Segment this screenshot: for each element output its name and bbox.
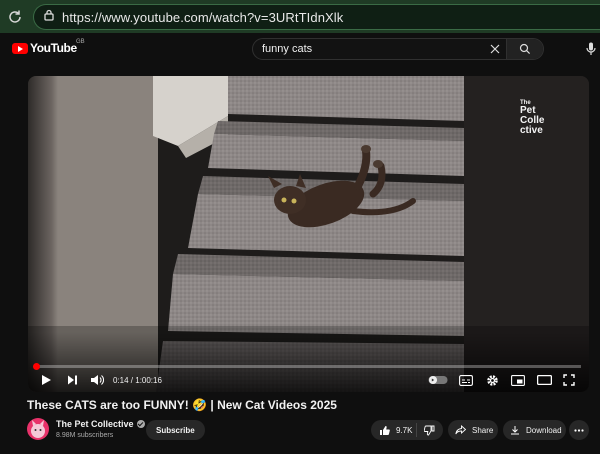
gear-icon [486,374,498,386]
search-box [252,38,544,60]
thumbs-down-icon [423,425,434,435]
video-player[interactable]: The Pet Colle ctive 0:14 / 1:00:16 [28,76,589,392]
play-icon [42,375,51,385]
like-button[interactable]: 9.7K [371,423,417,437]
clear-search-icon[interactable] [484,39,506,59]
more-horizontal-icon [574,428,584,432]
next-button[interactable] [64,372,80,388]
subscribe-button[interactable]: Subscribe [146,420,205,440]
channel-name[interactable]: The Pet Collective [56,419,145,429]
channel-watermark: The Pet Colle ctive [518,96,566,136]
search-button[interactable] [506,39,543,59]
subscriber-count: 8.98M subscribers [56,432,114,439]
like-count: 9.7K [396,425,413,435]
share-button[interactable]: Share [448,420,498,440]
logo-text: YouTube [30,41,77,55]
youtube-header: YouTube GB [0,33,600,63]
reload-icon[interactable] [0,0,30,33]
verified-icon [136,420,145,428]
video-title: These CATS are too FUNNY! 🤣 | New Cat Vi… [27,398,337,412]
theater-icon [536,375,552,385]
dislike-button[interactable] [417,425,441,436]
search-icon [519,43,531,55]
share-icon [455,425,466,435]
play-button[interactable] [38,372,54,388]
channel-name-text[interactable]: The Pet Collective [56,419,134,429]
svg-text:ctive: ctive [520,125,543,136]
like-dislike-group: 9.7K [371,420,443,440]
volume-icon [91,375,104,385]
subtitles-button[interactable] [458,372,474,388]
channel-avatar[interactable] [27,418,49,440]
settings-button[interactable] [484,372,500,388]
youtube-logo[interactable]: YouTube GB [12,39,85,55]
scrubber-handle[interactable] [33,363,40,370]
site-info-icon[interactable] [42,8,56,27]
next-icon [68,375,77,385]
address-bar[interactable]: https://www.youtube.com/watch?v=3URtTIdn… [33,4,600,30]
microphone-icon[interactable] [586,42,596,61]
search-input[interactable] [253,39,484,59]
download-icon [511,426,519,435]
subtitles-icon [459,374,473,386]
volume-button[interactable] [88,372,106,388]
share-label: Share [472,425,494,435]
miniplayer-button[interactable] [510,372,526,388]
fullscreen-button[interactable] [561,372,577,388]
thumbs-up-icon [380,425,390,435]
progress-bar[interactable] [36,365,581,368]
time-display: 0:14 / 1:00:16 [113,376,162,385]
download-label: Download [526,425,562,435]
country-code: GB [76,39,85,45]
youtube-logo-icon [12,42,28,54]
browser-toolbar: https://www.youtube.com/watch?v=3URtTIdn… [0,0,600,33]
autoplay-toggle[interactable] [427,372,449,388]
theater-mode-button[interactable] [535,372,553,388]
autoplay-toggle-icon [428,376,448,384]
url-text[interactable]: https://www.youtube.com/watch?v=3URtTIdn… [62,10,343,25]
miniplayer-icon [511,374,525,386]
fullscreen-icon [563,374,575,386]
download-button[interactable]: Download [503,420,566,440]
more-actions-button[interactable] [569,420,589,440]
